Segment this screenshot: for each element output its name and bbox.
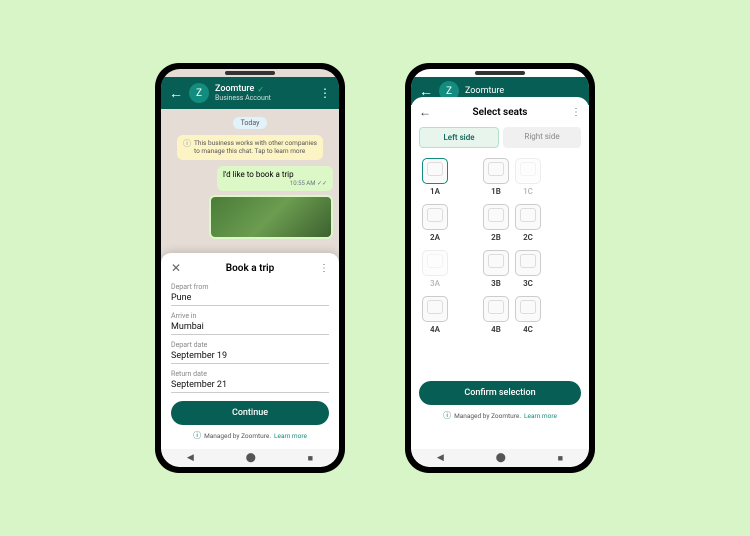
phone-left: ← Z Zoomture✓ Business Account ⋮ Today ⓘ… [155, 63, 345, 473]
field-label: Depart from [171, 283, 329, 291]
nav-home-icon[interactable]: ⬤ [496, 453, 506, 463]
continue-button[interactable]: Continue [171, 401, 329, 425]
input-field[interactable]: Arrive inMumbai [171, 312, 329, 335]
outgoing-message[interactable]: I'd like to book a trip 10:55 AM ✓✓ [217, 166, 333, 191]
bottom-sheet-select-seats: ← Select seats ⋮ Left side Right side 1A… [411, 97, 589, 449]
bottom-sheet-book-trip: ✕ Book a trip ⋮ Depart fromPune Arrive in… [161, 253, 339, 449]
date-chip: Today [233, 117, 268, 129]
sheet-back-icon[interactable]: ← [419, 105, 435, 119]
seat-row: 2A 2B2C [419, 204, 581, 242]
field-value: September 19 [171, 349, 329, 364]
nav-back-icon[interactable]: ◀ [187, 453, 194, 463]
sheet-title: Select seats [435, 107, 565, 118]
seat-4C[interactable]: 4C [515, 296, 541, 334]
seat-3B[interactable]: 3B [483, 250, 509, 288]
business-name[interactable]: Zoomture [215, 84, 254, 94]
business-name[interactable]: Zoomture [465, 86, 504, 96]
shield-icon: ⓘ [193, 430, 201, 441]
seat-2C[interactable]: 2C [515, 204, 541, 242]
menu-icon[interactable]: ⋮ [319, 86, 331, 100]
close-icon[interactable]: ✕ [171, 261, 181, 275]
sheet-menu-icon[interactable]: ⋮ [565, 107, 581, 118]
system-message[interactable]: ⓘ This business works with other compani… [177, 135, 323, 160]
sheet-menu-icon[interactable]: ⋮ [319, 263, 329, 274]
shield-icon: ⓘ [443, 410, 451, 421]
seat-3C[interactable]: 3C [515, 250, 541, 288]
image-placeholder [211, 197, 332, 237]
field-value: Pune [171, 291, 329, 306]
seat-3A: 3A [419, 250, 451, 288]
seat-grid: 1A 1B1C 2A 2B2C 3A 3B3C 4A 4B4C [419, 158, 581, 373]
tab-right-side[interactable]: Right side [503, 127, 581, 148]
back-icon[interactable]: ← [169, 85, 183, 102]
managed-by-text: ⓘ Managed by Zoomture. Learn more [171, 430, 329, 441]
whatsapp-header: ← Z Zoomture✓ Business Account ⋮ [161, 77, 339, 109]
seat-row: 1A 1B1C [419, 158, 581, 196]
android-nav-bar: ◀ ⬤ ■ [411, 449, 589, 467]
sheet-title: Book a trip [181, 263, 319, 274]
input-field[interactable]: Depart dateSeptember 19 [171, 341, 329, 364]
seat-4B[interactable]: 4B [483, 296, 509, 334]
learn-more-link[interactable]: Learn more [274, 432, 307, 440]
side-tabs: Left side Right side [419, 127, 581, 148]
message-time: 10:55 AM ✓✓ [223, 180, 327, 187]
screen-seats: ← Z Zoomture ← Select seats ⋮ Left side … [411, 69, 589, 467]
field-label: Return date [171, 370, 329, 378]
business-subtitle: Business Account [215, 94, 313, 102]
verified-icon: ✓ [257, 85, 264, 94]
input-field[interactable]: Return dateSeptember 21 [171, 370, 329, 393]
android-nav-bar: ◀ ⬤ ■ [161, 449, 339, 467]
field-label: Arrive in [171, 312, 329, 320]
chat-body[interactable]: Today ⓘ This business works with other c… [161, 109, 339, 239]
seat-1B[interactable]: 1B [483, 158, 509, 196]
avatar[interactable]: Z [189, 83, 209, 103]
seat-row: 4A 4B4C [419, 296, 581, 334]
managed-by-text: ⓘ Managed by Zoomture. Learn more [419, 410, 581, 421]
nav-recent-icon[interactable]: ■ [558, 453, 563, 464]
input-field[interactable]: Depart fromPune [171, 283, 329, 306]
seat-2B[interactable]: 2B [483, 204, 509, 242]
learn-more-link[interactable]: Learn more [524, 412, 557, 420]
seat-row: 3A 3B3C [419, 250, 581, 288]
nav-recent-icon[interactable]: ■ [308, 453, 313, 464]
info-icon: ⓘ [183, 139, 191, 149]
field-value: September 21 [171, 378, 329, 393]
nav-home-icon[interactable]: ⬤ [246, 453, 256, 463]
field-value: Mumbai [171, 320, 329, 335]
seat-4A[interactable]: 4A [419, 296, 451, 334]
field-label: Depart date [171, 341, 329, 349]
image-message[interactable] [209, 195, 334, 239]
confirm-button[interactable]: Confirm selection [419, 381, 581, 405]
nav-back-icon[interactable]: ◀ [437, 453, 444, 463]
screen-chat: ← Z Zoomture✓ Business Account ⋮ Today ⓘ… [161, 69, 339, 467]
phone-right: ← Z Zoomture ← Select seats ⋮ Left side … [405, 63, 595, 473]
seat-1A[interactable]: 1A [419, 158, 451, 196]
seat-1C: 1C [515, 158, 541, 196]
seat-2A[interactable]: 2A [419, 204, 451, 242]
tab-left-side[interactable]: Left side [419, 127, 499, 148]
